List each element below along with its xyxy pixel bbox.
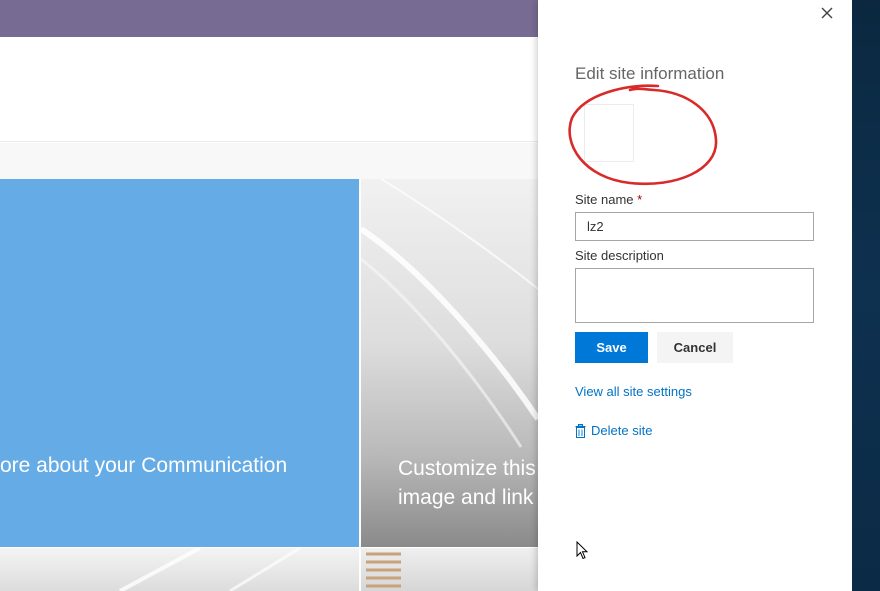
desktop-background xyxy=(852,0,880,591)
site-header xyxy=(0,37,538,142)
hero-tile-bottom-right-image xyxy=(366,552,401,588)
edit-site-panel: Edit site information Site name * Site d… xyxy=(538,0,852,591)
trash-icon xyxy=(575,423,586,438)
delete-site-link[interactable]: Delete site xyxy=(575,423,652,438)
hero-tile-primary-text: ore about your Communication xyxy=(0,454,288,477)
panel-title: Edit site information xyxy=(575,64,725,83)
view-all-site-settings-link[interactable]: View all site settings xyxy=(575,384,692,399)
site-description-label: Site description xyxy=(575,248,664,263)
save-button[interactable]: Save xyxy=(575,332,648,363)
site-name-input[interactable] xyxy=(575,212,814,241)
command-bar xyxy=(0,143,538,179)
delete-site-label: Delete site xyxy=(591,423,653,438)
mouse-cursor-icon xyxy=(576,541,589,560)
hero-tile-bottom-right[interactable] xyxy=(361,548,538,591)
hero-tile-bottom-left[interactable] xyxy=(0,548,359,591)
suite-bar xyxy=(0,0,538,37)
hero-tile-secondary-line2: image and link xyxy=(398,486,534,509)
site-name-label: Site name * xyxy=(575,192,642,207)
site-name-label-text: Site name xyxy=(575,192,634,207)
hero-tile-secondary-text: Customize this image and link xyxy=(398,454,536,512)
hero-tile-secondary[interactable]: Customize this image and link xyxy=(361,179,538,547)
hero-tile-secondary-line1: Customize this xyxy=(398,457,536,480)
cancel-button[interactable]: Cancel xyxy=(657,332,733,363)
site-description-input[interactable] xyxy=(575,268,814,323)
close-icon[interactable] xyxy=(818,4,836,22)
hero-tile-bottom-left-image xyxy=(119,548,301,591)
required-marker: * xyxy=(637,192,643,207)
hero-tile-primary[interactable]: ore about your Communication xyxy=(0,179,359,547)
red-annotation-circle xyxy=(568,84,718,186)
